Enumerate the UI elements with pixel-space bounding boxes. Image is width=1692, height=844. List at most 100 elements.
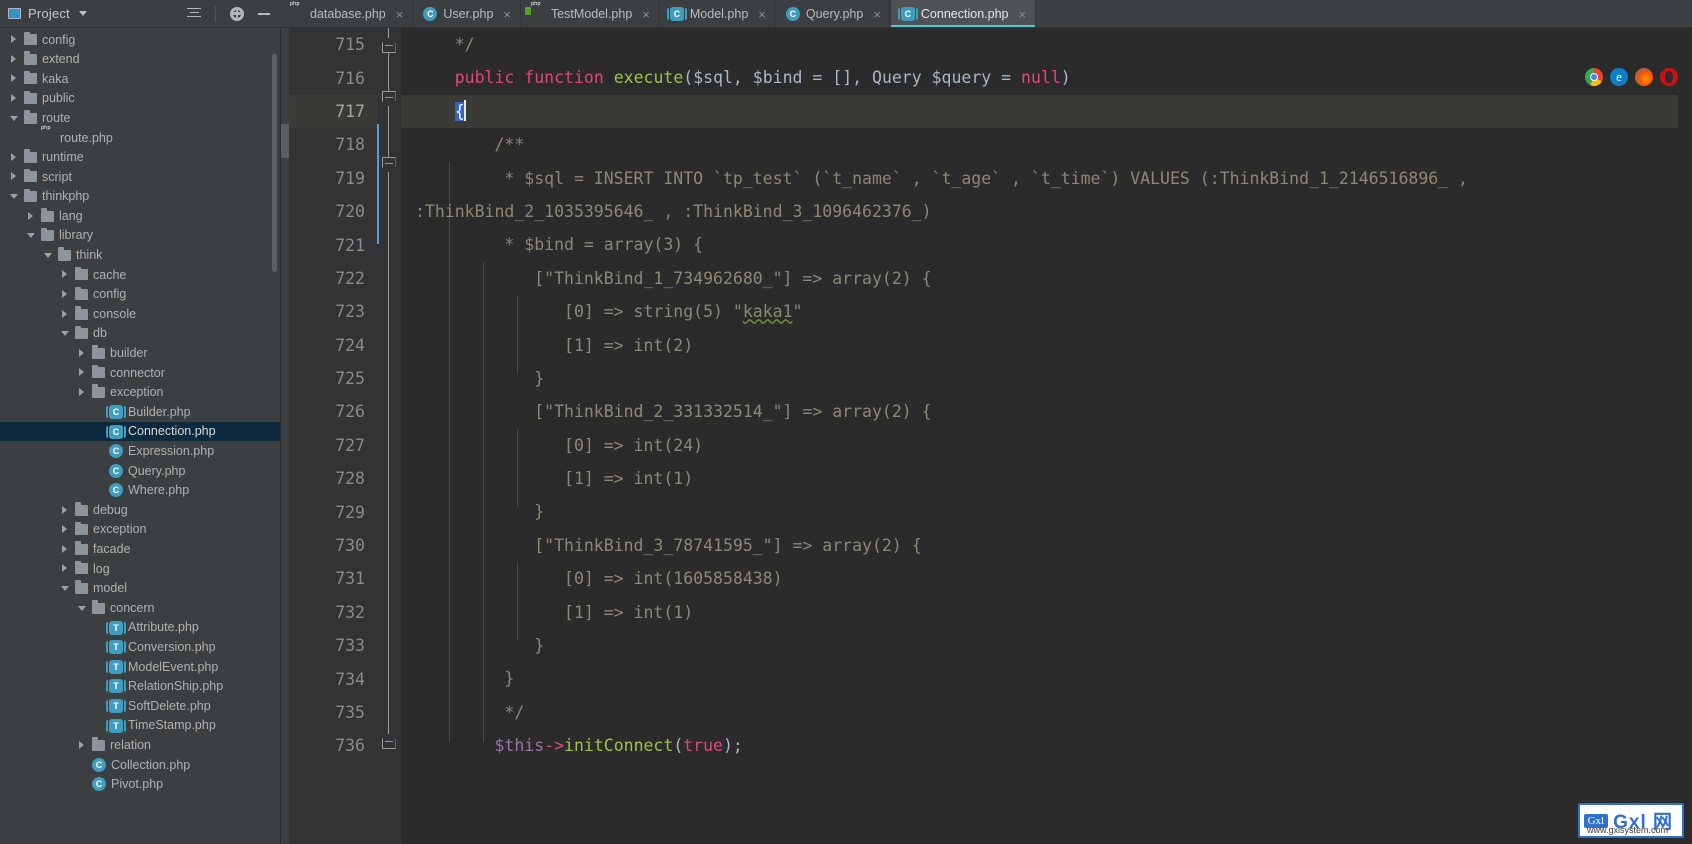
tree-item-script[interactable]: script (0, 167, 280, 187)
line-number[interactable]: 733 (289, 629, 377, 662)
editor-tab-database-php[interactable]: database.php × (280, 0, 414, 27)
code-line[interactable]: [0] => int(24) (401, 429, 1692, 462)
tree-item-db[interactable]: db (0, 324, 280, 344)
code-line[interactable]: * $sql = INSERT INTO `tp_test` (`t_name`… (401, 162, 1692, 195)
tree-item-library[interactable]: library (0, 226, 280, 246)
code-line[interactable]: */ (401, 696, 1692, 729)
code-line[interactable]: [1] => int(1) (401, 462, 1692, 495)
sidebar-scrollbar-track[interactable] (272, 28, 277, 844)
line-number[interactable]: 722 (289, 262, 377, 295)
line-number[interactable]: 726 (289, 395, 377, 428)
code-line[interactable]: public function execute($sql, $bind = []… (401, 61, 1692, 94)
editor-tab-model-php[interactable]: C Model.php × (660, 0, 776, 27)
chevron-right-icon[interactable] (61, 505, 70, 515)
chevron-right-icon[interactable] (78, 387, 87, 397)
code-line[interactable]: /** (401, 128, 1692, 161)
tree-item-config[interactable]: config (0, 30, 280, 50)
line-number[interactable]: 729 (289, 495, 377, 528)
line-number[interactable]: 730 (289, 529, 377, 562)
line-number[interactable]: 721 (289, 228, 377, 261)
tree-item-config[interactable]: config (0, 285, 280, 305)
line-number-gutter[interactable]: 715 716 717 718 719 720 721 722 723 724 725 726 727 7… (289, 28, 377, 844)
code-line[interactable]: [1] => int(1) (401, 596, 1692, 629)
line-number[interactable]: 728 (289, 462, 377, 495)
fold-marker-docblock[interactable] (381, 157, 396, 173)
line-number[interactable]: 725 (289, 362, 377, 395)
tree-item-softdelete-php[interactable]: T SoftDelete.php (0, 696, 280, 716)
editor-tab-testmodel-php[interactable]: TestModel.php × (521, 0, 660, 27)
line-number[interactable]: 715 (289, 28, 377, 61)
chevron-down-icon[interactable] (10, 114, 19, 123)
code-line[interactable]: * $bind = array(3) { (401, 228, 1692, 261)
tree-item-attribute-php[interactable]: T Attribute.php (0, 618, 280, 638)
code-line[interactable]: [0] => int(1605858438) (401, 562, 1692, 595)
code-line[interactable]: ["ThinkBind_2_331332514_"] => array(2) { (401, 395, 1692, 428)
code-line[interactable]: } (401, 662, 1692, 695)
tree-item-model[interactable]: model (0, 579, 280, 599)
tree-item-lang[interactable]: lang (0, 206, 280, 226)
sidebar-scrollbar-thumb[interactable] (272, 54, 277, 272)
line-number[interactable]: 719 (289, 162, 377, 195)
tab-close-icon[interactable]: × (503, 8, 511, 21)
chevron-right-icon[interactable] (61, 564, 70, 573)
chevron-down-icon[interactable] (10, 192, 19, 201)
chevron-right-icon[interactable] (10, 35, 19, 44)
tree-item-connector[interactable]: connector (0, 363, 280, 383)
tree-item-console[interactable]: console (0, 304, 280, 324)
code-line[interactable]: { (401, 94, 1692, 129)
tree-item-cache[interactable]: cache (0, 265, 280, 285)
code-content[interactable]: */ public function execute($sql, $bind =… (401, 28, 1692, 844)
line-number[interactable]: 732 (289, 596, 377, 629)
tree-item-collection-php[interactable]: C Collection.php (0, 755, 280, 775)
chevron-right-icon[interactable] (61, 525, 70, 534)
gear-icon[interactable] (227, 4, 247, 24)
tab-close-icon[interactable]: × (873, 8, 881, 21)
tree-item-relationship-php[interactable]: T RelationShip.php (0, 677, 280, 697)
tab-close-icon[interactable]: × (758, 8, 766, 21)
code-line[interactable]: } (401, 629, 1692, 662)
collapse-all-icon[interactable] (184, 4, 204, 24)
browser-launcher-icons[interactable] (1585, 68, 1678, 86)
chevron-right-icon[interactable] (61, 270, 70, 279)
tree-item-modelevent-php[interactable]: T ModelEvent.php (0, 657, 280, 677)
chevron-right-icon[interactable] (10, 54, 19, 64)
tree-item-timestamp-php[interactable]: T TimeStamp.php (0, 716, 280, 736)
chevron-right-icon[interactable] (61, 544, 70, 554)
chevron-down-icon[interactable] (78, 11, 87, 16)
chevron-down-icon[interactable] (78, 604, 87, 613)
tree-item-facade[interactable]: facade (0, 539, 280, 559)
tree-item-conversion-php[interactable]: T Conversion.php (0, 637, 280, 657)
code-fold-gutter[interactable] (377, 28, 401, 844)
chevron-down-icon[interactable] (61, 329, 70, 338)
line-number[interactable]: 724 (289, 329, 377, 362)
fold-marker-docblock-end[interactable] (381, 733, 396, 749)
line-number[interactable]: 723 (289, 295, 377, 328)
fold-marker-method[interactable] (381, 91, 396, 107)
code-line[interactable]: } (401, 362, 1692, 395)
chevron-right-icon[interactable] (78, 740, 87, 750)
chevron-right-icon[interactable] (61, 290, 70, 299)
editor-marker-strip[interactable] (1678, 28, 1692, 844)
code-line[interactable]: [1] => int(2) (401, 329, 1692, 362)
chevron-right-icon[interactable] (78, 348, 87, 358)
edge-icon[interactable] (1610, 68, 1628, 86)
tree-item-exception[interactable]: exception (0, 383, 280, 403)
minimize-icon[interactable] (254, 4, 274, 24)
code-line[interactable]: } (401, 495, 1692, 528)
code-line[interactable]: :ThinkBind_2_1035395646_ , :ThinkBind_3_… (401, 195, 1692, 228)
tree-item-public[interactable]: public (0, 89, 280, 109)
tree-item-debug[interactable]: debug (0, 500, 280, 520)
code-line[interactable]: */ (401, 28, 1692, 61)
chevron-right-icon[interactable] (78, 368, 87, 377)
line-number[interactable]: 735 (289, 696, 377, 729)
tree-item-think[interactable]: think (0, 246, 280, 266)
editor-tab-connection-php[interactable]: C Connection.php × (890, 0, 1037, 27)
chevron-right-icon[interactable] (27, 211, 36, 221)
editor-tab-user-php[interactable]: C User.php × (413, 0, 521, 27)
tree-item-relation[interactable]: relation (0, 735, 280, 755)
code-line[interactable]: ["ThinkBind_1_734962680_"] => array(2) { (401, 262, 1692, 295)
tree-item-extend[interactable]: extend (0, 50, 280, 70)
tree-item-exception[interactable]: exception (0, 520, 280, 540)
chevron-down-icon[interactable] (27, 231, 36, 240)
tree-item-kaka[interactable]: kaka (0, 69, 280, 89)
